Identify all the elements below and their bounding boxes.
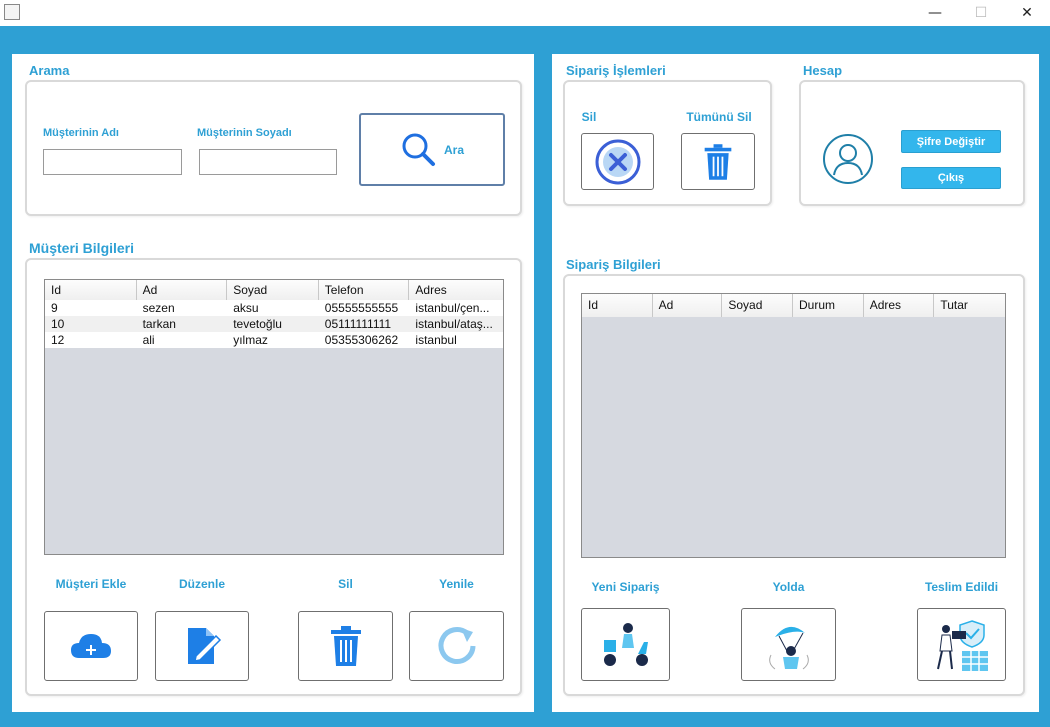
orders-section-title: Sipariş Bilgileri — [566, 257, 661, 272]
table-cell: 9 — [51, 301, 58, 315]
column-header[interactable]: Durum — [793, 294, 864, 317]
change-password-button[interactable]: Şifre Değiştir — [901, 130, 1001, 153]
table-cell: 05355306262 — [324, 333, 399, 347]
table-cell: istanbul — [415, 333, 457, 347]
column-header[interactable]: Soyad — [227, 280, 319, 300]
column-header[interactable]: Id — [45, 280, 137, 300]
delivered-button[interactable] — [917, 608, 1006, 681]
search-icon — [402, 133, 435, 166]
table-cell: istanbul/çen... — [415, 301, 490, 315]
table-cell: 10 — [51, 317, 65, 331]
column-header[interactable]: Adres — [863, 294, 935, 317]
table-row[interactable]: 10 tarkan tevetoğlu 05111111111 istanbul… — [45, 316, 503, 332]
edit-customer-label: Düzenle — [178, 577, 225, 591]
delivered-label: Teslim Edildi — [924, 580, 999, 594]
minimize-button[interactable]: — — [912, 0, 958, 26]
new-order-label: Yeni Sipariş — [591, 580, 660, 594]
table-row[interactable]: 12 ali yılmaz 05355306262 istanbul — [45, 332, 503, 348]
edit-document-icon — [188, 628, 222, 664]
refresh-button[interactable] — [409, 611, 504, 681]
table-cell: 05555555555 — [324, 301, 399, 315]
table-cell: tevetoğlu — [233, 317, 282, 331]
trash-icon — [704, 143, 732, 180]
last-name-label: Müşterinin Soyadı — [197, 127, 292, 139]
delete-customer-button[interactable] — [298, 611, 393, 681]
title-bar: — ☐ ✕ — [0, 0, 1050, 26]
column-header[interactable]: Telefon — [318, 280, 410, 300]
account-section-title: Hesap — [803, 63, 843, 78]
refresh-label: Yenile — [439, 577, 474, 591]
orders-table[interactable]: Id Ad Soyad Durum Adres Tutar — [581, 293, 1006, 558]
table-cell: tarkan — [142, 317, 176, 331]
refresh-icon — [438, 627, 475, 664]
table-cell: sezen — [142, 301, 175, 315]
first-name-input[interactable] — [43, 149, 182, 175]
delete-order-button[interactable] — [581, 133, 654, 190]
maximize-button[interactable]: ☐ — [958, 0, 1004, 26]
table-row[interactable]: 9 sezen aksu 05555555555 istanbul/çen... — [45, 300, 503, 316]
delete-all-label: Tümünü Sil — [686, 110, 752, 124]
first-name-label: Müşterinin Adı — [43, 127, 119, 139]
search-button[interactable]: Ara — [359, 113, 505, 186]
close-button[interactable]: ✕ — [1004, 0, 1050, 26]
table-cell: 12 — [51, 333, 65, 347]
delete-all-orders-button[interactable] — [681, 133, 755, 190]
last-name-input[interactable] — [199, 149, 337, 175]
delivery-scooter-icon — [603, 622, 648, 666]
on-the-way-button[interactable] — [741, 608, 836, 681]
column-header[interactable]: Tutar — [934, 294, 1005, 317]
edit-customer-button[interactable] — [155, 611, 249, 681]
column-header[interactable]: Ad — [652, 294, 723, 317]
column-header[interactable]: Adres — [409, 280, 503, 300]
cloud-add-icon — [71, 634, 111, 658]
on-the-way-label: Yolda — [772, 580, 805, 594]
search-section-title: Arama — [29, 63, 70, 78]
column-header[interactable]: Soyad — [722, 294, 794, 317]
user-avatar-icon — [823, 134, 873, 184]
search-button-label: Ara — [443, 142, 464, 157]
column-header[interactable]: Ad — [136, 280, 228, 300]
trash-icon — [330, 626, 361, 666]
add-customer-button[interactable] — [44, 611, 138, 681]
delete-customer-label: Sil — [338, 577, 353, 591]
java-app-icon — [4, 4, 20, 20]
customers-section-title: Müşteri Bilgileri — [29, 240, 135, 256]
table-cell: istanbul/ataş... — [415, 317, 493, 331]
customers-table-header: Id Ad Soyad Telefon Adres — [45, 280, 503, 300]
customers-table[interactable]: Id Ad Soyad Telefon Adres 9 sezen aksu 0… — [44, 279, 504, 555]
table-cell: yılmaz — [233, 333, 268, 347]
new-order-button[interactable] — [581, 608, 670, 681]
delivery-parachute-icon — [768, 626, 809, 669]
table-cell: aksu — [233, 301, 259, 315]
orders-table-header: Id Ad Soyad Durum Adres Tutar — [582, 294, 1005, 317]
column-header[interactable]: Id — [582, 294, 653, 317]
logout-button[interactable]: Çıkış — [901, 167, 1001, 189]
delete-order-label: Sil — [581, 110, 597, 124]
add-customer-label: Müşteri Ekle — [55, 577, 127, 591]
table-cell: 05111111111 — [324, 317, 392, 331]
order-ops-section-title: Sipariş İşlemleri — [566, 63, 666, 78]
delivery-package-icon — [936, 619, 988, 671]
table-cell: ali — [142, 333, 155, 347]
cancel-icon — [595, 139, 640, 184]
